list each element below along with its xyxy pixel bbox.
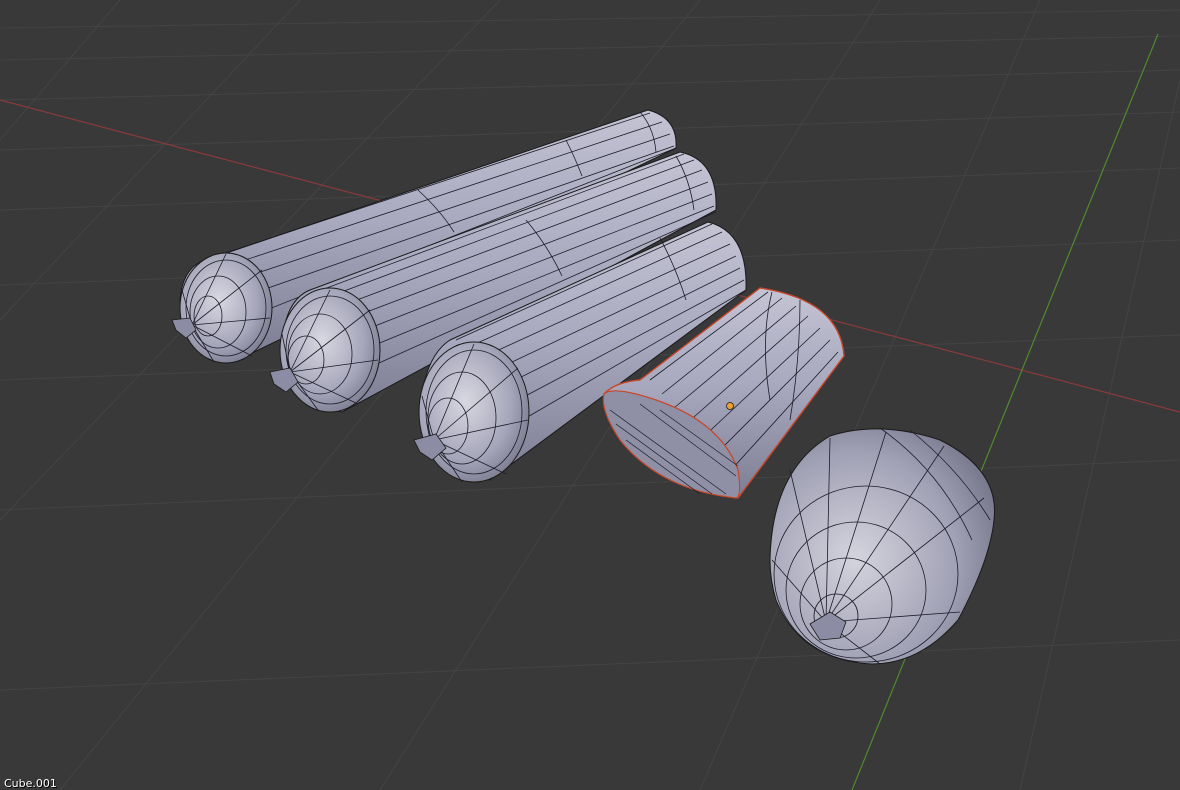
active-object-name-label: Cube.001 (4, 777, 57, 790)
sausage-object-5[interactable] (769, 427, 996, 665)
3d-viewport[interactable]: Cube.001 (0, 0, 1180, 790)
scene-canvas[interactable] (0, 0, 1180, 790)
y-axis-line (851, 33, 1159, 790)
object-origin-dot (726, 402, 734, 410)
